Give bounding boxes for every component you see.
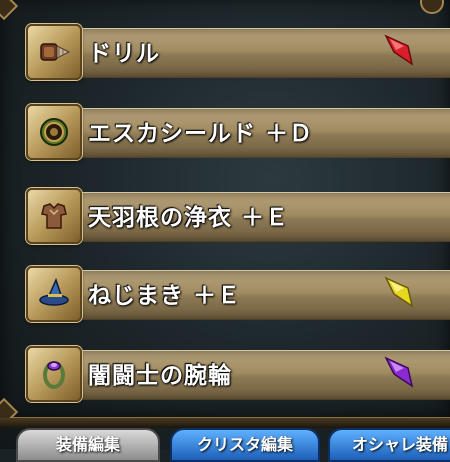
equipment-row-nejimaki[interactable]: ねじまき ＋Ｅ — [22, 266, 450, 322]
wizard-hat-icon — [26, 266, 82, 322]
equipment-row-drill[interactable]: ドリル — [22, 24, 450, 80]
tab-equipment-edit[interactable]: 装備編集 — [16, 428, 160, 462]
yellow-gem-icon — [384, 276, 414, 308]
bracelet-icon — [26, 346, 82, 402]
red-gem-icon — [384, 34, 414, 66]
drill-icon — [26, 24, 82, 80]
purple-gem-icon — [384, 356, 414, 388]
robe-icon — [26, 188, 82, 244]
bottom-tab-bar: 装備編集 クリスタ編集 オシャレ装備 — [0, 428, 450, 462]
equipment-name: ねじまき ＋Ｅ — [88, 283, 242, 309]
tab-crysta-edit[interactable]: クリスタ編集 — [170, 428, 320, 462]
equipment-row-bracelet[interactable]: 闇闘士の腕輪 — [22, 346, 450, 402]
equipment-name: 闇闘士の腕輪 — [88, 363, 232, 389]
shield-icon — [26, 104, 82, 160]
tab-fashion-equipment[interactable]: オシャレ装備 — [328, 428, 450, 462]
equipment-row-shield[interactable]: エスカシールド ＋Ｄ — [22, 104, 450, 160]
equipment-row-robe[interactable]: 天羽根の浄衣 ＋Ｅ — [22, 188, 450, 244]
equipment-name: エスカシールド ＋Ｄ — [88, 121, 314, 147]
panel-bottom-border — [0, 418, 450, 428]
equipment-name: ドリル — [88, 41, 160, 67]
equipment-name: 天羽根の浄衣 ＋Ｅ — [88, 205, 290, 231]
